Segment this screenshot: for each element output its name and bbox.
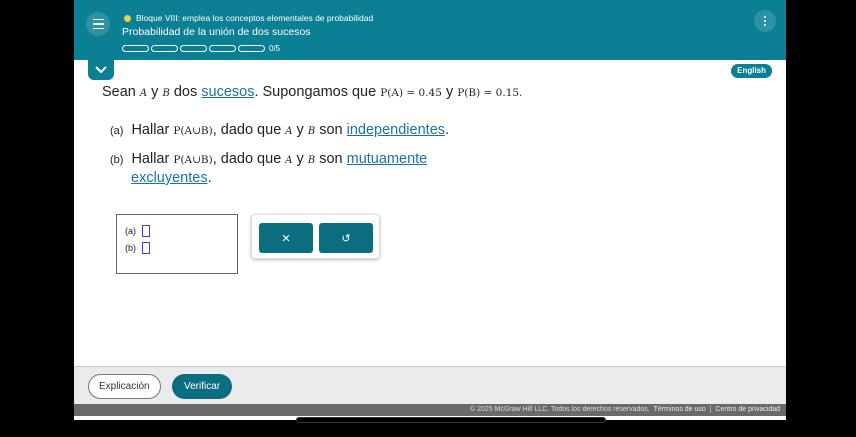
answer-b-input[interactable] (142, 242, 150, 254)
question-text: son (315, 122, 347, 138)
toggle-bar: English (74, 60, 786, 80)
horizontal-scrollbar[interactable] (296, 417, 606, 423)
question-a: (a) Hallar P(A∪B), dado que A y B son ind… (110, 122, 449, 138)
answer-row-a: (a) (125, 225, 150, 237)
answer-row-b: (b) (125, 242, 150, 254)
event-a: A (285, 155, 293, 166)
verify-button[interactable]: Verificar (172, 374, 233, 399)
page-title: Probabilidad de la unión de dos sucesos (122, 26, 311, 38)
union-expression: P(A∪B) (173, 154, 213, 166)
progress-segment (151, 45, 178, 52)
event-b: B (162, 88, 170, 99)
legal-footer: © 2025 McGraw Hill LLC. Todos los derech… (74, 404, 786, 416)
question-label: (b) (110, 154, 124, 166)
answer-box: (a) (b) (116, 214, 238, 274)
question-b: (b) Hallar P(A∪B), dado que A y B son mut… (110, 151, 427, 167)
question-b-continued: excluyentes. (131, 170, 212, 186)
footer-actions: Explicación Verificar (74, 366, 786, 404)
topic-title: Bloque VIII: emplea los conceptos elemen… (136, 13, 374, 23)
problem-intro: Sean A y B dos sucesos. Supongamos que P… (102, 84, 522, 100)
union-expression: P(A∪B) (173, 125, 213, 137)
conj-text: y (441, 84, 458, 100)
intro-text: dos (169, 84, 202, 100)
undo-button[interactable]: ↺ (319, 223, 373, 253)
chevron-down-icon (95, 66, 107, 74)
question-text: , dado que (212, 122, 286, 138)
progress-bar: 0/5 (122, 44, 280, 53)
menu-icon[interactable] (86, 12, 110, 36)
conj-text: y (147, 84, 163, 100)
answer-a-input[interactable] (142, 225, 150, 237)
privacy-link[interactable]: Centro de privacidad (715, 406, 780, 413)
mutuamente-link[interactable]: mutuamente (347, 151, 428, 167)
excluyentes-link[interactable]: excluyentes (131, 170, 208, 186)
progress-segment (122, 45, 149, 52)
question-text: , dado que (212, 151, 286, 167)
pa-expression: P(A) = 0.45 (380, 87, 442, 99)
question-text: Hallar (131, 122, 174, 138)
question-text: son (315, 151, 347, 167)
language-button[interactable]: English (731, 64, 772, 78)
clear-button[interactable]: × (259, 223, 313, 253)
question-label: (a) (110, 125, 124, 137)
sucesos-link[interactable]: sucesos (201, 84, 254, 100)
conj-text: y (292, 122, 308, 138)
collapse-button[interactable] (88, 60, 114, 80)
problem-area: Sean A y B dos sucesos. Supongamos que P… (74, 80, 786, 366)
explain-button[interactable]: Explicación (88, 374, 161, 399)
question-text: . (445, 122, 450, 138)
separator: | (709, 406, 712, 413)
topic-row: Bloque VIII: emplea los conceptos elemen… (124, 13, 373, 23)
progress-segment (238, 45, 265, 52)
answer-label: (b) (125, 243, 136, 253)
action-panel: × ↺ (251, 214, 380, 259)
event-a: A (285, 126, 293, 137)
terms-link[interactable]: Términos de uso (654, 406, 706, 413)
progress-text: 0/5 (269, 44, 281, 53)
question-text: . (207, 170, 212, 186)
status-dot-icon (124, 14, 131, 22)
progress-segment (180, 45, 207, 52)
more-options-icon[interactable] (754, 10, 776, 32)
conj-text: y (292, 151, 308, 167)
pb-expression: P(B) = 0.15. (457, 87, 523, 99)
progress-segment (209, 45, 236, 52)
header: Bloque VIII: emplea los conceptos elemen… (74, 0, 786, 60)
question-text: Hallar (131, 151, 174, 167)
app-frame: Bloque VIII: emplea los conceptos elemen… (74, 0, 786, 420)
copyright-text: © 2025 McGraw Hill LLC. Todos los derech… (470, 406, 650, 413)
intro-text: . Supongamos que (254, 84, 381, 100)
independientes-link[interactable]: independientes (347, 122, 445, 138)
answer-label: (a) (125, 226, 136, 236)
intro-text: Sean (102, 84, 140, 100)
